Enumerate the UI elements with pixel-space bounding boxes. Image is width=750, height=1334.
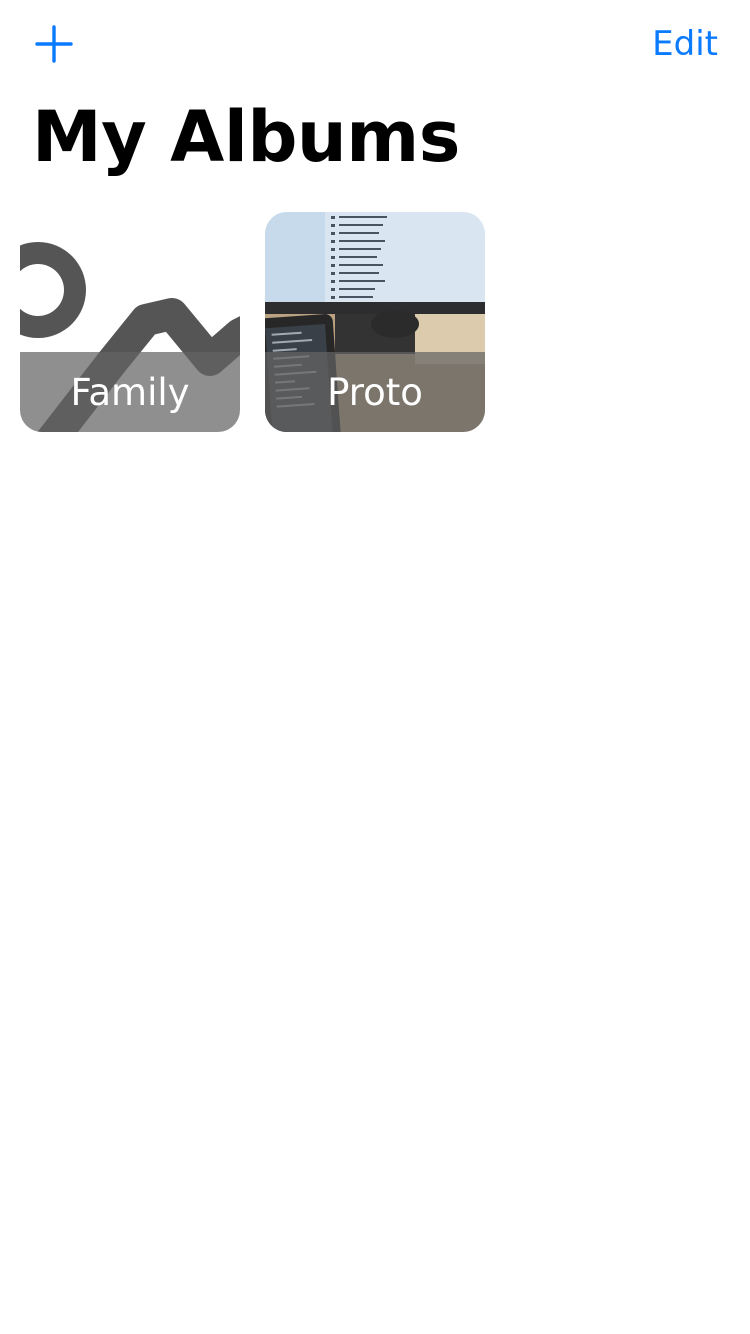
album-tile-proto[interactable]: Proto	[265, 212, 485, 432]
navigation-bar: Edit	[0, 0, 750, 90]
plus-icon	[35, 25, 73, 63]
album-title: Family	[20, 352, 240, 432]
add-album-button[interactable]	[28, 20, 80, 68]
edit-button[interactable]: Edit	[652, 22, 718, 66]
album-tile-family[interactable]: Family	[20, 212, 240, 432]
album-title: Proto	[265, 352, 485, 432]
page-title: My Albums	[32, 96, 460, 178]
albums-grid: Family Proto	[20, 212, 485, 432]
